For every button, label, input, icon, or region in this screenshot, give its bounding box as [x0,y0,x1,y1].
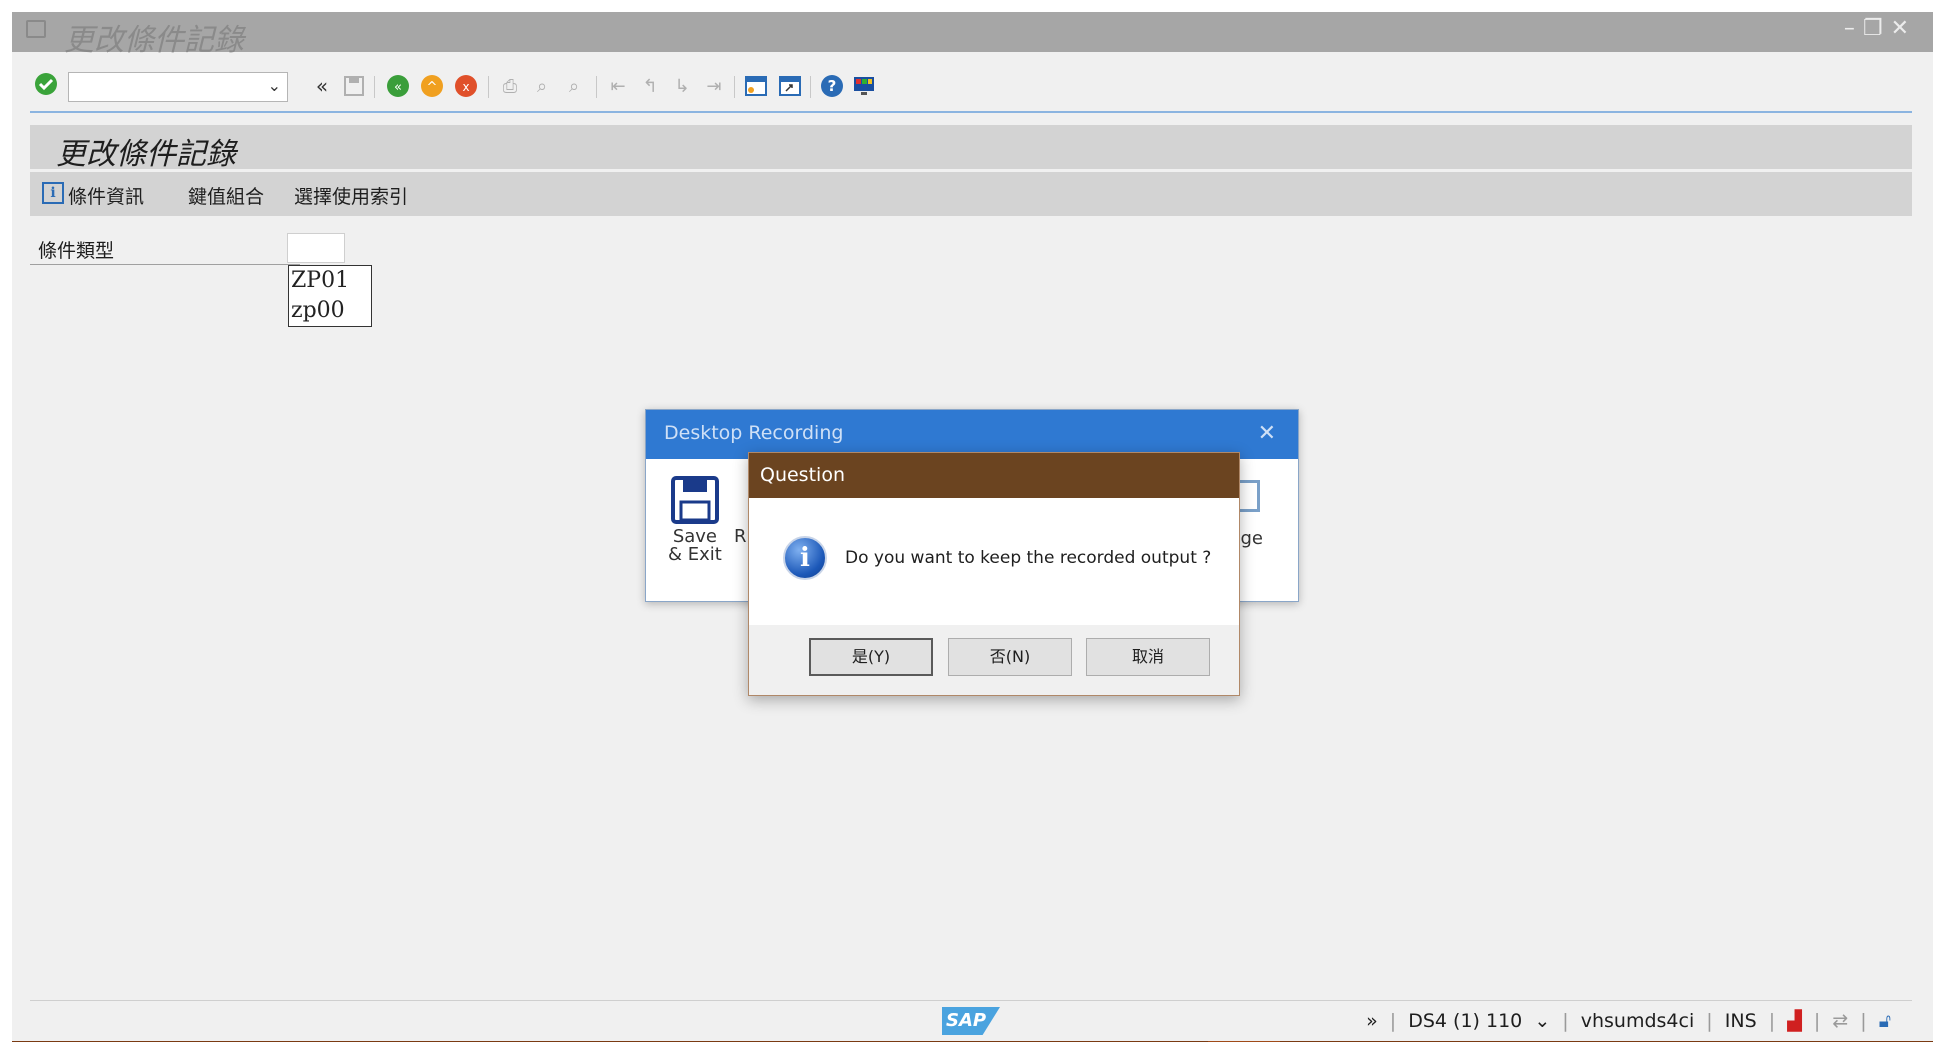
back-icon[interactable]: « [386,74,410,98]
system-info[interactable]: DS4 (1) 110 [1408,1010,1522,1032]
info-icon: i [42,182,64,204]
find-icon[interactable]: ⌕ [530,74,554,98]
dropdown-option[interactable]: ZP01 [289,266,371,296]
close-icon[interactable]: ✕ [1891,16,1917,41]
enter-icon[interactable] [34,72,58,96]
cancel-icon[interactable]: x [454,74,478,98]
help-icon[interactable]: ? [820,74,844,98]
shortcut-icon[interactable] [778,74,802,98]
choose-access-button[interactable]: 選擇使用索引 [294,182,408,209]
find-next-icon[interactable]: ⌕ [562,74,586,98]
yes-button[interactable]: 是(Y) [809,638,933,676]
desktop-recording-title: Desktop Recording [664,422,844,444]
image-icon [1238,480,1260,512]
hidden-button-label: R [734,526,747,547]
standard-toolbar [12,64,1933,104]
choose-access-label: 選擇使用索引 [294,186,409,208]
condition-type-history-dropdown: ZP01 zp00 [288,265,372,327]
question-message: Do you want to keep the recorded output … [845,548,1212,568]
condition-info-label: 條件資訊 [68,186,145,208]
no-button[interactable]: 否(N) [948,638,1072,676]
question-dialog: Question i Do you want to keep the recor… [748,452,1240,696]
condition-type-input[interactable] [287,233,345,263]
lock-icon[interactable]: 🔓︎ [1879,1010,1891,1032]
expand-status-icon[interactable]: » [1366,1010,1378,1032]
double-chevron-left-icon[interactable]: « [310,74,334,98]
svg-text:?: ? [828,77,837,95]
window-title: 更改條件記錄 [64,23,244,58]
minimize-icon[interactable]: – [1844,16,1863,41]
status-bar: » | DS4 (1) 110 ⌄ | vhsumds4ci | INS | ▟… [1366,1010,1891,1032]
screen-header: 更改條件記錄 [30,125,1912,172]
svg-text:x: x [462,80,469,94]
hidden-button-label-right: ge [1240,528,1264,549]
toolbar-divider [30,111,1912,113]
last-page-icon[interactable]: ⇥ [702,74,726,98]
condition-info-button[interactable]: i 條件資訊 [42,182,144,209]
input-mode[interactable]: INS [1725,1010,1757,1032]
print-icon[interactable]: ⎙ [498,74,522,98]
question-title: Question [749,453,1239,498]
information-icon: i [783,536,827,580]
status-divider [30,1000,1912,1001]
window-controls: –❐✕ [1844,16,1917,41]
save-icon[interactable] [342,74,366,98]
svg-text:^: ^ [427,80,438,95]
command-field[interactable]: ⌄ [68,72,288,102]
server-name: vhsumds4ci [1580,1010,1695,1032]
save-icon [670,476,719,524]
chevron-down-icon[interactable]: ⌄ [268,76,281,95]
svg-text:«: « [394,80,402,95]
sap-logo: SAP [942,1007,1000,1035]
save-exit-button[interactable]: Save & Exit [668,476,722,564]
sap-window: 更改條件記錄 –❐✕ ⌄ « « ^ x ⎙ ⌕ ⌕ ⇤ ↰ ↳ ⇥ ? 更改條… [12,12,1933,1042]
maximize-icon[interactable]: ❐ [1863,16,1891,41]
save-exit-label-line2: & Exit [668,544,722,565]
chevron-down-icon[interactable]: ⌄ [1534,1010,1550,1032]
page-title: 更改條件記錄 [56,137,236,172]
next-page-icon[interactable]: ↳ [670,74,694,98]
key-combination-button[interactable]: 鍵值組合 [188,182,264,209]
dropdown-option[interactable]: zp00 [289,296,371,326]
question-body: i Do you want to keep the recorded outpu… [749,498,1239,625]
condition-type-label: 條件類型 [38,240,115,262]
prev-page-icon[interactable]: ↰ [638,74,662,98]
cancel-button[interactable]: 取消 [1086,638,1210,676]
application-toolbar: i 條件資訊 鍵值組合 選擇使用索引 [30,172,1912,216]
performance-icon[interactable]: ▟ [1787,1010,1802,1032]
app-menu-icon[interactable] [26,20,46,38]
field-underline [30,264,300,265]
transfer-icon[interactable]: ⇄ [1832,1010,1848,1032]
exit-icon[interactable]: ^ [420,74,444,98]
first-page-icon[interactable]: ⇤ [606,74,630,98]
customize-icon[interactable] [852,74,876,98]
new-session-icon[interactable] [744,74,768,98]
key-combination-label: 鍵值組合 [188,186,265,208]
close-icon[interactable]: ✕ [1258,410,1276,457]
title-bar: 更改條件記錄 –❐✕ [12,12,1933,58]
